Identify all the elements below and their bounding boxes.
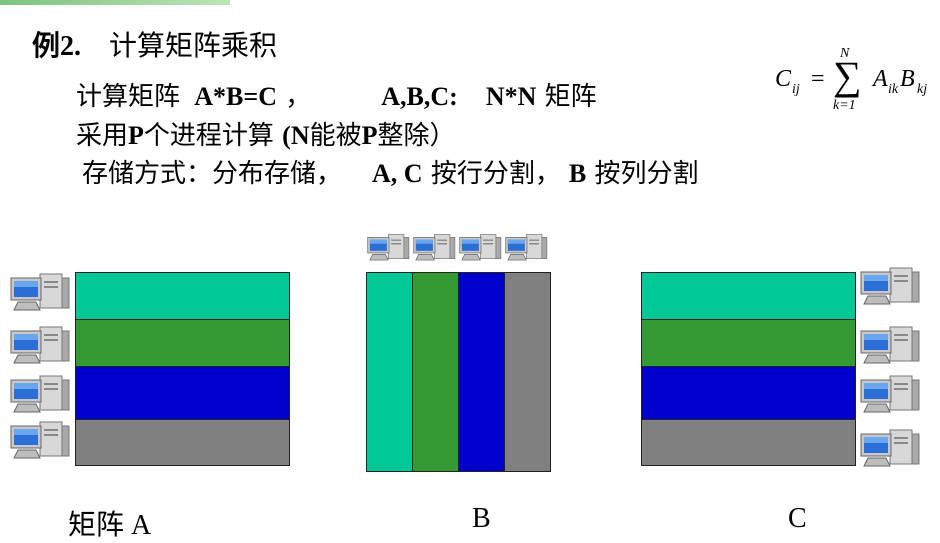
computer-icon (413, 233, 457, 263)
matrix-c-row-block-1 (641, 272, 856, 320)
line2-p1: P (128, 121, 144, 150)
line3-text-2: 按行分割， (422, 159, 561, 189)
line1-text-2: ， (276, 82, 312, 112)
line3-text-1: 存储方式：分布存储， (82, 159, 343, 189)
formula-b: B (900, 66, 915, 92)
matrix-b (366, 272, 551, 472)
line1-dim: N*N (485, 82, 537, 111)
computer-icon (459, 233, 503, 263)
computer-icon (860, 325, 922, 367)
matrix-b-col-block-1 (366, 272, 413, 472)
formula-lhs-sub: ij (792, 82, 800, 97)
line2-text-2: 个进程计算 (143, 121, 283, 151)
computer-icon (10, 272, 72, 314)
page-title: 例2. 计算矩阵乘积 (32, 24, 277, 64)
line3-text-3: 按列分割 (586, 159, 699, 189)
accent-bar (0, 0, 230, 5)
computer-icon (10, 325, 72, 367)
matrix-a (75, 272, 290, 466)
line2-p2: (N (282, 121, 310, 150)
computer-icon (10, 420, 72, 462)
line2-p3: P (361, 121, 378, 150)
line2-text-3: 能被 (309, 121, 362, 151)
computer-icon (367, 233, 411, 263)
title-text: 计算矩阵乘积 (109, 29, 278, 62)
line3-b: B (568, 159, 587, 188)
matrix-a-row-block-1 (75, 272, 290, 320)
formula-equals: = (811, 66, 825, 92)
line1-text-3: 矩阵 (536, 82, 597, 112)
computer-icon (10, 374, 72, 416)
matrix-c-row-block-2 (641, 319, 856, 367)
formula-a: A (873, 66, 888, 92)
matrix-b-col-block-2 (412, 272, 459, 472)
formula-sum-bottom: k=1 (833, 98, 856, 113)
matrix-c-row-block-4 (641, 419, 856, 466)
matrix-a-row-block-3 (75, 366, 290, 420)
computer-icon (505, 233, 549, 263)
line2-text-1: 采用 (76, 121, 129, 151)
computer-icon (860, 374, 922, 416)
line2-text-4: 整除） (377, 121, 456, 151)
matrix-a-row-block-2 (75, 319, 290, 367)
formula-a-sub: ik (888, 82, 899, 97)
description-line-3: 存储方式：分布存储， A, C 按行分割， B 按列分割 (82, 153, 698, 190)
sum-formula: C ij = N ∑ k=1 A ik B kj (775, 46, 935, 122)
formula-lhs: C (775, 66, 792, 92)
matrix-b-col-block-3 (458, 272, 505, 472)
computer-icon (860, 428, 922, 470)
line1-vars: A,B,C: (381, 82, 458, 111)
line1-text-1: 计算矩阵 (76, 82, 189, 112)
caption-matrix-a: 矩阵 A (68, 510, 152, 541)
matrix-b-col-block-4 (504, 272, 551, 472)
matrix-c-row-block-3 (641, 366, 856, 420)
example-number: 例2. (32, 31, 82, 62)
caption-matrix-c: C (788, 503, 807, 534)
caption-matrix-b: B (472, 503, 491, 534)
formula-b-sub: kj (917, 82, 928, 97)
computer-icon (860, 266, 922, 308)
line1-equation: A*B=C (194, 82, 277, 111)
matrix-c (641, 272, 856, 466)
sigma-icon: ∑ (833, 53, 862, 98)
matrix-a-row-block-4 (75, 419, 290, 466)
line3-ac: A, C (372, 159, 423, 188)
description-line-2: 采用P个进程计算 (N能被P整除） (76, 115, 456, 152)
description-line-1: 计算矩阵 A*B=C ， A,B,C: N*N 矩阵 (76, 76, 597, 113)
